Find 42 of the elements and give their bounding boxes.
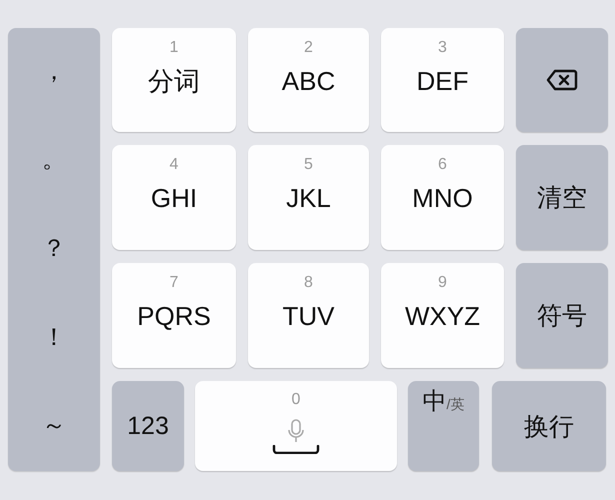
letter-key[interactable]: 6 MNO (381, 145, 504, 250)
backspace-icon (546, 69, 578, 91)
key-label: TUV (282, 300, 334, 332)
key-digit: 8 (304, 274, 313, 292)
keyboard-key[interactable]: 清空 (516, 145, 608, 250)
key-digit: 4 (170, 156, 178, 174)
key-label: 分词 (148, 65, 200, 97)
key-label: WXYZ (404, 300, 480, 332)
letter-key[interactable]: 7 PQRS (112, 263, 236, 368)
language-key[interactable]: 中/英 (408, 381, 479, 471)
key-digit: 1 (170, 39, 178, 57)
space-icon (272, 445, 320, 454)
punctuation-key[interactable]: 。 (32, 146, 76, 176)
key-label: JKL (286, 182, 331, 214)
letter-key[interactable]: 2 ABC (248, 28, 369, 132)
key-digit: 9 (438, 274, 447, 292)
letter-key[interactable]: 9 WXYZ (381, 263, 504, 368)
key-digit: 3 (438, 39, 447, 57)
key-digit: 6 (438, 156, 447, 174)
microphone-icon (288, 419, 304, 443)
key-digit: 2 (304, 39, 313, 57)
letter-key[interactable]: 3 DEF (381, 28, 504, 132)
key-digit: 7 (170, 274, 178, 292)
keyboard-key[interactable]: 符号 (516, 263, 608, 368)
key-label: MNO (412, 182, 473, 214)
key-label: PQRS (137, 300, 211, 332)
letter-key[interactable]: 8 TUV (248, 263, 369, 368)
key-label: GHI (150, 182, 198, 214)
keyboard-key[interactable]: 换行 (492, 381, 606, 471)
key-label: ABC (282, 65, 336, 97)
key-digit: 5 (304, 156, 313, 174)
punctuation-key[interactable]: ～ (32, 412, 76, 442)
key-digit: 0 (292, 391, 300, 409)
punctuation-key[interactable]: ！ (32, 324, 76, 352)
punctuation-key[interactable]: ， (32, 58, 76, 87)
letter-key[interactable]: 4 GHI (112, 145, 236, 250)
punctuation-key[interactable]: ？ (32, 235, 76, 264)
backspace-key[interactable] (516, 28, 608, 132)
keyboard-key[interactable]: 123 (112, 381, 184, 471)
letter-key[interactable]: 5 JKL (248, 145, 369, 250)
letter-key[interactable]: 1 分词 (112, 28, 236, 132)
key-label: DEF (416, 65, 468, 97)
